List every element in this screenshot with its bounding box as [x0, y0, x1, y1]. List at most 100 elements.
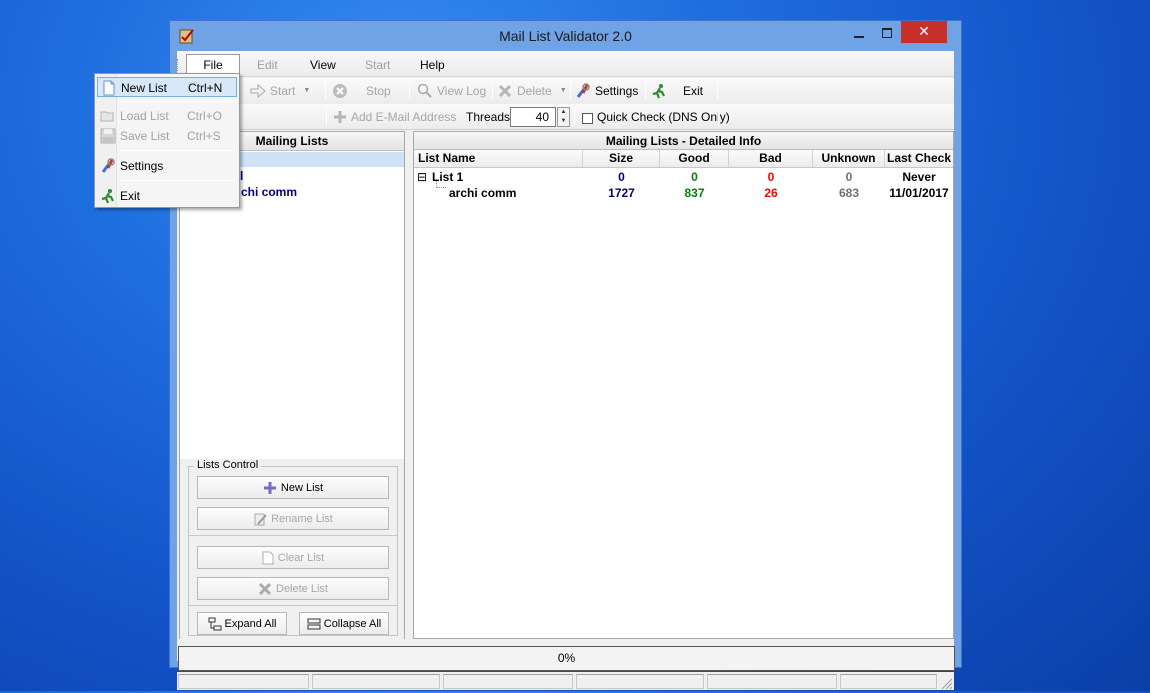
menu-item-settings[interactable]: Settings: [97, 156, 237, 176]
menu-item-label: New List: [121, 81, 168, 95]
menu-item-shortcut: Ctrl+N: [188, 81, 223, 95]
menubar-grip: [177, 59, 180, 71]
add-email-button[interactable]: Add E-Mail Address: [333, 107, 456, 127]
client-area: File Edit View Start Help Start ▼ Stop Vi…: [177, 51, 955, 690]
minimize-button[interactable]: [846, 23, 872, 45]
status-cell: [312, 674, 440, 689]
row-last-check: Never: [902, 170, 936, 184]
close-button[interactable]: ✕: [901, 21, 947, 43]
delete-x-icon: [498, 84, 512, 98]
delete-button[interactable]: Delete ▼: [497, 81, 567, 101]
magnifier-icon: [417, 83, 432, 98]
add-email-label: Add E-Mail Address: [351, 110, 457, 124]
row-unknown: 0: [845, 170, 853, 184]
quick-check-label[interactable]: Quick Check (DNS Only): [597, 107, 730, 127]
menu-help[interactable]: Help: [412, 55, 453, 75]
toolbar-divider: [718, 108, 719, 126]
toolbar-divider: [717, 82, 718, 100]
threads-input[interactable]: 40: [510, 107, 556, 127]
new-list-button[interactable]: New List: [197, 476, 389, 499]
collapse-icon[interactable]: ⊟: [417, 169, 427, 185]
start-label: Start: [270, 84, 296, 98]
menu-item-label: Save List: [120, 129, 170, 143]
clear-list-label: Clear List: [277, 551, 325, 564]
delete-list-button[interactable]: Delete List: [197, 577, 389, 600]
menu-separator: [120, 150, 235, 151]
plus-icon: [334, 111, 346, 123]
status-cell: [840, 674, 937, 689]
settings-button[interactable]: Settings: [575, 81, 638, 101]
status-cell: [576, 674, 704, 689]
column-size[interactable]: Size: [583, 150, 660, 167]
menu-edit[interactable]: Edit: [249, 55, 286, 75]
floppy-disk-icon: [100, 128, 116, 144]
spin-up-icon[interactable]: ▲: [558, 108, 569, 117]
settings-label: Settings: [595, 84, 639, 98]
column-bad[interactable]: Bad: [729, 150, 813, 167]
column-unknown[interactable]: Unknown: [813, 150, 885, 167]
pencil-icon: [254, 513, 267, 525]
expand-tree-icon: [208, 617, 221, 630]
collapse-all-button[interactable]: Collapse All: [299, 612, 389, 635]
exit-running-man-icon: [101, 189, 114, 204]
column-list-name[interactable]: List Name: [414, 150, 583, 167]
title-bar[interactable]: Mail List Validator 2.0 ✕: [170, 21, 961, 51]
menu-item-label: Load List: [120, 109, 169, 123]
tree-connector: [436, 179, 446, 188]
view-log-label: View Log: [437, 84, 487, 98]
column-header: List Name Size Good Bad Unknown Last Che…: [414, 150, 953, 168]
chevron-down-icon: ▼: [559, 87, 567, 94]
delete-list-label: Delete List: [276, 582, 328, 595]
row-good: 0: [691, 170, 698, 184]
menu-item-load-list[interactable]: Load List Ctrl+O: [97, 106, 237, 126]
toolbar-divider: [409, 82, 410, 100]
stop-button[interactable]: Stop: [332, 81, 391, 101]
start-button[interactable]: Start ▼: [250, 81, 310, 101]
lists-control-panel: Lists Control New List Rename List Clear…: [180, 459, 404, 639]
menu-start[interactable]: Start: [357, 55, 398, 75]
close-icon: ✕: [918, 23, 930, 39]
menu-item-label: Exit: [120, 189, 141, 203]
detailed-info-header: Mailing Lists - Detailed Info: [414, 132, 953, 150]
clear-list-button[interactable]: Clear List: [197, 546, 389, 569]
file-menu-dropdown: New List Ctrl+N Load List Ctrl+O Save Li…: [94, 73, 240, 208]
delete-label: Delete: [517, 84, 552, 98]
row-name: archi comm: [449, 186, 517, 200]
window-title: Mail List Validator 2.0: [499, 28, 632, 44]
secondary-toolbar: Add E-Mail Address Threads 40 ▲ ▼ Quick …: [177, 104, 954, 130]
resize-grip-icon[interactable]: [939, 676, 953, 690]
quick-check-checkbox[interactable]: [582, 113, 593, 124]
column-good[interactable]: Good: [660, 150, 729, 167]
stop-label: Stop: [366, 84, 391, 98]
tree-item-archi-comm[interactable]: chi comm: [241, 185, 297, 199]
menu-view[interactable]: View: [302, 55, 344, 75]
spin-down-icon[interactable]: ▼: [558, 117, 569, 126]
tools-icon: [101, 158, 115, 173]
tree-item-list1[interactable]: l: [240, 169, 243, 183]
menu-item-save-list[interactable]: Save List Ctrl+S: [97, 126, 237, 146]
exit-button[interactable]: Exit: [651, 81, 703, 101]
menu-item-exit[interactable]: Exit: [97, 186, 237, 206]
threads-stepper[interactable]: ▲ ▼: [557, 107, 570, 127]
toolbar-divider: [326, 108, 327, 126]
view-log-button[interactable]: View Log: [417, 81, 486, 101]
divider: [188, 605, 398, 606]
rename-list-button[interactable]: Rename List: [197, 507, 389, 530]
expand-all-button[interactable]: Expand All: [197, 612, 287, 635]
row-unknown: 683: [838, 186, 860, 200]
progress-text: 0%: [557, 651, 576, 665]
column-last-check[interactable]: Last Check: [885, 150, 953, 167]
expand-all-label: Expand All: [224, 617, 277, 630]
status-cell: [178, 674, 309, 689]
lists-control-title: Lists Control: [194, 459, 262, 472]
menu-item-shortcut: Ctrl+O: [187, 109, 223, 123]
menu-separator: [120, 180, 235, 181]
maximize-button[interactable]: [874, 23, 900, 45]
toolbar-divider: [570, 82, 571, 100]
new-document-icon: [103, 80, 115, 96]
row-good: 837: [684, 186, 705, 200]
main-toolbar: Start ▼ Stop View Log Delete ▼ Settings: [177, 78, 954, 104]
menu-item-new-list[interactable]: New List Ctrl+N: [97, 77, 237, 97]
row-last-check: 11/01/2017: [889, 186, 949, 200]
toolbar-divider: [325, 82, 326, 100]
